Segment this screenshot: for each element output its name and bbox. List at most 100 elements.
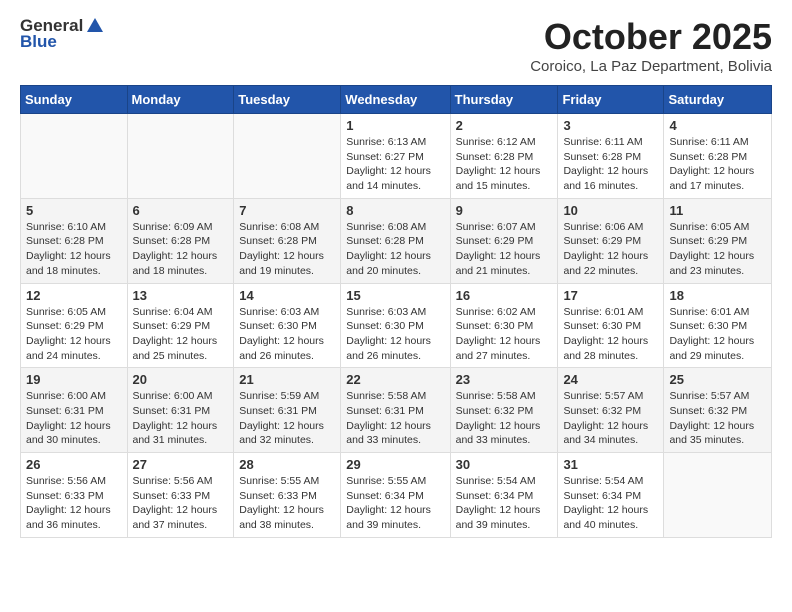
day-number: 3 [563,118,658,133]
header: General Blue October 2025 Coroico, La Pa… [20,16,772,75]
calendar-cell [127,114,234,199]
calendar-cell: 14 Sunrise: 6:03 AMSunset: 6:30 PMDayligh… [234,283,341,368]
calendar-week-row: 19 Sunrise: 6:00 AMSunset: 6:31 PMDayligh… [21,368,772,453]
day-info: Sunrise: 6:13 AMSunset: 6:27 PMDaylight:… [346,135,444,194]
day-number: 27 [133,457,229,472]
calendar-cell: 4Sunrise: 6:11 AMSunset: 6:28 PMDaylight… [664,114,772,199]
day-info: Sunrise: 6:00 AMSunset: 6:31 PMDaylight:… [133,389,229,448]
calendar-cell: 9Sunrise: 6:07 AMSunset: 6:29 PMDaylight… [450,198,558,283]
day-number: 16 [456,288,553,303]
day-info: Sunrise: 5:54 AMSunset: 6:34 PMDaylight:… [456,474,553,533]
calendar-table: SundayMondayTuesdayWednesdayThursdayFrid… [20,85,772,538]
calendar-cell: 11 Sunrise: 6:05 AMSunset: 6:29 PMDayligh… [664,198,772,283]
day-number: 18 [669,288,766,303]
day-number: 15 [346,288,444,303]
day-info: Sunrise: 6:01 AMSunset: 6:30 PMDaylight:… [669,305,766,364]
calendar-cell: 17 Sunrise: 6:01 AMSunset: 6:30 PMDayligh… [558,283,664,368]
day-info: Sunrise: 6:09 AMSunset: 6:28 PMDaylight:… [133,220,229,279]
day-info: Sunrise: 6:03 AMSunset: 6:30 PMDaylight:… [346,305,444,364]
calendar-cell: 12Sunrise: 6:05 AMSunset: 6:29 PMDayligh… [21,283,128,368]
calendar-cell: 6 Sunrise: 6:09 AMSunset: 6:28 PMDaylight… [127,198,234,283]
day-info: Sunrise: 6:00 AMSunset: 6:31 PMDaylight:… [26,389,122,448]
day-number: 19 [26,372,122,387]
day-info: Sunrise: 6:01 AMSunset: 6:30 PMDaylight:… [563,305,658,364]
calendar-cell: 21 Sunrise: 5:59 AMSunset: 6:31 PMDayligh… [234,368,341,453]
location-title: Coroico, La Paz Department, Bolivia [530,58,772,75]
day-number: 12 [26,288,122,303]
calendar-cell: 7 Sunrise: 6:08 AMSunset: 6:28 PMDaylight… [234,198,341,283]
logo-icon [85,16,105,36]
day-info: Sunrise: 5:57 AMSunset: 6:32 PMDaylight:… [563,389,658,448]
calendar-week-row: 26 Sunrise: 5:56 AMSunset: 6:33 PMDayligh… [21,453,772,538]
day-info: Sunrise: 5:59 AMSunset: 6:31 PMDaylight:… [239,389,335,448]
logo-text-blue: Blue [20,32,57,52]
calendar-cell: 22Sunrise: 5:58 AMSunset: 6:31 PMDayligh… [341,368,450,453]
calendar-cell: 24 Sunrise: 5:57 AMSunset: 6:32 PMDayligh… [558,368,664,453]
day-number: 6 [133,203,229,218]
day-info: Sunrise: 6:08 AMSunset: 6:28 PMDaylight:… [346,220,444,279]
day-info: Sunrise: 6:12 AMSunset: 6:28 PMDaylight:… [456,135,553,194]
title-area: October 2025 Coroico, La Paz Department,… [530,16,772,75]
day-number: 23 [456,372,553,387]
weekday-header-saturday: Saturday [664,86,772,114]
calendar-cell [21,114,128,199]
day-number: 2 [456,118,553,133]
day-info: Sunrise: 6:03 AMSunset: 6:30 PMDaylight:… [239,305,335,364]
day-number: 1 [346,118,444,133]
day-number: 26 [26,457,122,472]
day-number: 24 [563,372,658,387]
day-number: 25 [669,372,766,387]
weekday-header-sunday: Sunday [21,86,128,114]
day-info: Sunrise: 5:58 AMSunset: 6:32 PMDaylight:… [456,389,553,448]
calendar-cell: 13Sunrise: 6:04 AMSunset: 6:29 PMDayligh… [127,283,234,368]
calendar-week-row: 12Sunrise: 6:05 AMSunset: 6:29 PMDayligh… [21,283,772,368]
day-number: 14 [239,288,335,303]
day-number: 30 [456,457,553,472]
calendar-cell: 2 Sunrise: 6:12 AMSunset: 6:28 PMDaylight… [450,114,558,199]
day-number: 5 [26,203,122,218]
day-number: 13 [133,288,229,303]
calendar-cell: 31Sunrise: 5:54 AMSunset: 6:34 PMDayligh… [558,453,664,538]
calendar-cell: 1 Sunrise: 6:13 AMSunset: 6:27 PMDaylight… [341,114,450,199]
weekday-header-row: SundayMondayTuesdayWednesdayThursdayFrid… [21,86,772,114]
calendar-cell: 16 Sunrise: 6:02 AMSunset: 6:30 PMDayligh… [450,283,558,368]
logo: General Blue [20,16,105,52]
month-title: October 2025 [530,16,772,58]
calendar-cell: 20Sunrise: 6:00 AMSunset: 6:31 PMDayligh… [127,368,234,453]
calendar-cell: 3Sunrise: 6:11 AMSunset: 6:28 PMDaylight… [558,114,664,199]
day-number: 22 [346,372,444,387]
calendar-cell: 28Sunrise: 5:55 AMSunset: 6:33 PMDayligh… [234,453,341,538]
calendar-cell: 29Sunrise: 5:55 AMSunset: 6:34 PMDayligh… [341,453,450,538]
calendar-cell: 25 Sunrise: 5:57 AMSunset: 6:32 PMDayligh… [664,368,772,453]
calendar-cell [664,453,772,538]
day-number: 7 [239,203,335,218]
calendar-cell: 5Sunrise: 6:10 AMSunset: 6:28 PMDaylight… [21,198,128,283]
weekday-header-thursday: Thursday [450,86,558,114]
day-info: Sunrise: 6:05 AMSunset: 6:29 PMDaylight:… [669,220,766,279]
calendar-cell: 18 Sunrise: 6:01 AMSunset: 6:30 PMDayligh… [664,283,772,368]
weekday-header-friday: Friday [558,86,664,114]
day-info: Sunrise: 5:56 AMSunset: 6:33 PMDaylight:… [26,474,122,533]
calendar-week-row: 5Sunrise: 6:10 AMSunset: 6:28 PMDaylight… [21,198,772,283]
calendar-cell: 8 Sunrise: 6:08 AMSunset: 6:28 PMDaylight… [341,198,450,283]
day-info: Sunrise: 6:02 AMSunset: 6:30 PMDaylight:… [456,305,553,364]
calendar-cell: 30 Sunrise: 5:54 AMSunset: 6:34 PMDayligh… [450,453,558,538]
calendar-cell: 19 Sunrise: 6:00 AMSunset: 6:31 PMDayligh… [21,368,128,453]
day-number: 8 [346,203,444,218]
weekday-header-monday: Monday [127,86,234,114]
day-number: 4 [669,118,766,133]
day-number: 21 [239,372,335,387]
day-info: Sunrise: 5:54 AMSunset: 6:34 PMDaylight:… [563,474,658,533]
day-info: Sunrise: 5:56 AMSunset: 6:33 PMDaylight:… [133,474,229,533]
weekday-header-wednesday: Wednesday [341,86,450,114]
calendar-cell: 26 Sunrise: 5:56 AMSunset: 6:33 PMDayligh… [21,453,128,538]
calendar-cell: 15 Sunrise: 6:03 AMSunset: 6:30 PMDayligh… [341,283,450,368]
day-number: 17 [563,288,658,303]
day-number: 29 [346,457,444,472]
day-number: 11 [669,203,766,218]
calendar-week-row: 1 Sunrise: 6:13 AMSunset: 6:27 PMDaylight… [21,114,772,199]
day-number: 10 [563,203,658,218]
day-info: Sunrise: 5:57 AMSunset: 6:32 PMDaylight:… [669,389,766,448]
day-info: Sunrise: 6:08 AMSunset: 6:28 PMDaylight:… [239,220,335,279]
calendar-cell: 10Sunrise: 6:06 AMSunset: 6:29 PMDayligh… [558,198,664,283]
